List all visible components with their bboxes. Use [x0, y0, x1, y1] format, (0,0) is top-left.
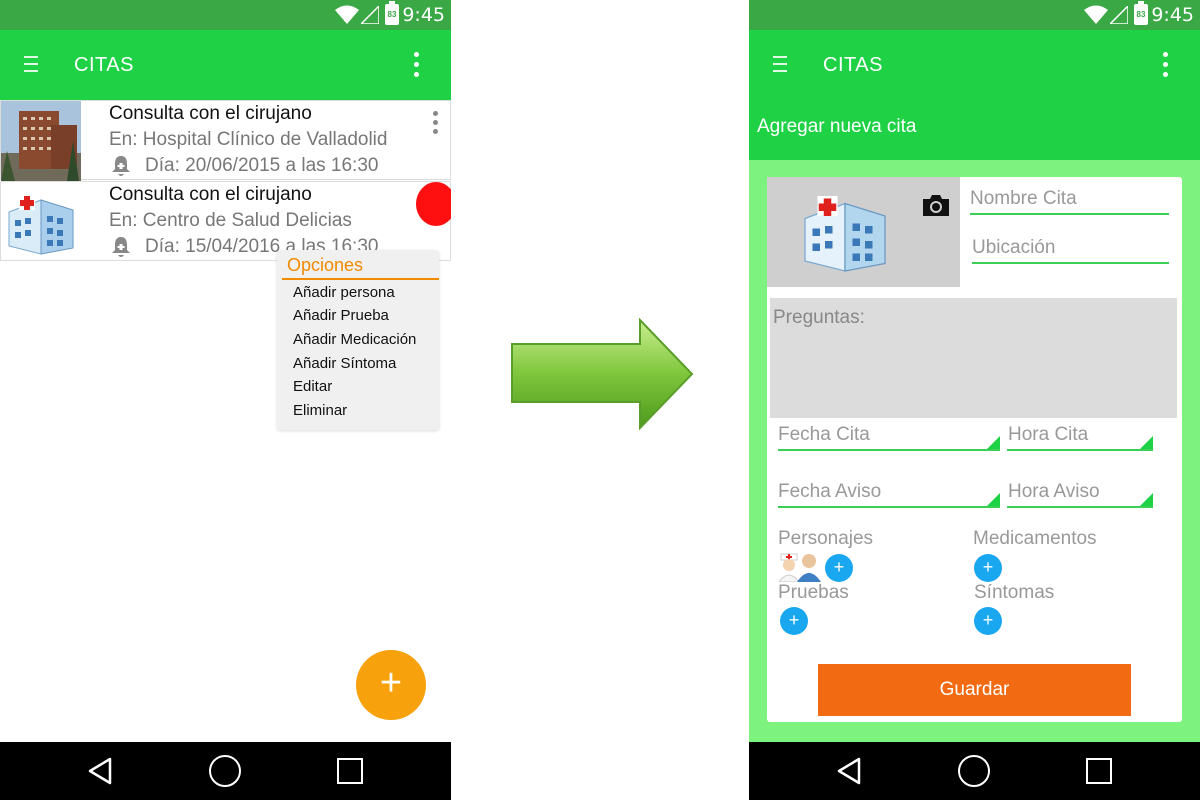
hospital-icon [804, 196, 886, 272]
new-appointment-form: Nombre Cita Ubicación Preguntas: Fecha C… [767, 177, 1182, 722]
reminder-bell-icon [112, 237, 130, 257]
add-medication-button[interactable]: + [974, 554, 1002, 582]
battery-icon: 83 [385, 1, 399, 25]
reminder-date-picker[interactable]: Fecha Aviso [778, 481, 881, 503]
home-icon[interactable] [958, 755, 990, 787]
appointment-title: Consulta con el cirujano [109, 184, 312, 205]
medications-label: Medicamentos [973, 528, 1097, 549]
form-title: Agregar nueva cita [757, 116, 917, 137]
camera-icon[interactable] [921, 193, 951, 217]
status-time: 9:45 [1151, 4, 1194, 26]
overflow-menu-icon[interactable] [1163, 52, 1169, 80]
appointment-card[interactable]: Consulta con el cirujano En: Hospital Cl… [0, 100, 451, 181]
overflow-menu-icon[interactable] [414, 52, 420, 80]
location-input[interactable]: Ubicación [972, 237, 1055, 259]
appointment-date: Día: 20/06/2015 a las 16:30 [145, 155, 379, 176]
location-input-underline [972, 262, 1169, 264]
home-icon[interactable] [209, 755, 241, 787]
add-test-button[interactable]: + [780, 607, 808, 635]
menu-item-delete[interactable]: Eliminar [293, 402, 347, 419]
questions-label: Preguntas: [773, 307, 865, 328]
reminder-time-underline [1007, 506, 1153, 508]
app-bar: CITAS [749, 30, 1200, 100]
appointment-title: Consulta con el cirujano [109, 103, 312, 124]
menu-item-add-symptom[interactable]: Añadir Síntoma [293, 355, 396, 372]
appointment-photo[interactable] [767, 177, 960, 287]
options-popup-menu: Opciones Añadir persona Añadir Prueba Añ… [277, 250, 439, 430]
people-label: Personajes [778, 528, 874, 549]
date-underline [778, 449, 1000, 451]
wifi-icon [1084, 5, 1108, 24]
time-underline [1007, 449, 1153, 451]
reminder-date-underline [778, 506, 1000, 508]
wifi-icon [335, 5, 359, 24]
recent-apps-icon[interactable] [1086, 758, 1112, 784]
reminder-time-picker[interactable]: Hora Aviso [1008, 481, 1100, 503]
touch-indicator [416, 182, 451, 226]
options-menu-divider [282, 278, 439, 280]
hamburger-menu-icon[interactable] [773, 56, 787, 74]
people-avatars-icon [779, 553, 821, 582]
hamburger-menu-icon[interactable] [24, 56, 38, 74]
back-icon[interactable] [86, 756, 116, 786]
add-symptom-button[interactable]: + [974, 607, 1002, 635]
appointment-name-input[interactable]: Nombre Cita [970, 188, 1077, 210]
back-icon[interactable] [835, 756, 865, 786]
menu-item-add-person[interactable]: Añadir persona [293, 284, 395, 301]
app-title: CITAS [823, 54, 883, 76]
recent-apps-icon[interactable] [337, 758, 363, 784]
signal-icon [361, 6, 379, 24]
menu-item-add-test[interactable]: Añadir Prueba [293, 307, 389, 324]
appointment-time-picker[interactable]: Hora Cita [1008, 424, 1088, 446]
tests-label: Pruebas [778, 582, 849, 603]
options-menu-title: Opciones [287, 255, 364, 275]
screenshot: 83 9:45 CITAS Consulta con el cirujano E… [0, 0, 1200, 800]
transition-arrow-icon [511, 318, 694, 430]
form-header: Agregar nueva cita [749, 100, 1200, 160]
dropdown-corner-icon [1140, 436, 1153, 449]
app-bar: CITAS [0, 30, 451, 100]
dropdown-corner-icon [1140, 493, 1153, 506]
phone-screen-list: 83 9:45 CITAS Consulta con el cirujano E… [0, 0, 451, 800]
battery-icon: 83 [1134, 1, 1148, 25]
signal-icon [1110, 6, 1128, 24]
navigation-bar [0, 742, 451, 800]
questions-textarea[interactable]: Preguntas: [770, 298, 1177, 418]
status-bar: 83 9:45 [0, 0, 451, 30]
card-overflow-icon[interactable] [433, 111, 438, 138]
appointment-date-picker[interactable]: Fecha Cita [778, 424, 870, 446]
name-input-underline [970, 213, 1169, 215]
hospital-photo-thumbnail [1, 101, 81, 181]
menu-item-edit[interactable]: Editar [293, 378, 332, 395]
symptoms-label: Síntomas [974, 582, 1055, 603]
hospital-icon-thumbnail [1, 182, 81, 262]
reminder-bell-icon [112, 156, 130, 176]
save-button[interactable]: Guardar [818, 664, 1131, 716]
appointment-location: En: Hospital Clínico de Valladolid [109, 129, 388, 150]
add-appointment-fab[interactable]: + [356, 650, 426, 720]
navigation-bar [749, 742, 1200, 800]
dropdown-corner-icon [987, 493, 1000, 506]
appointment-location: En: Centro de Salud Delicias [109, 210, 352, 231]
app-title: CITAS [74, 54, 134, 76]
appointment-card[interactable]: Consulta con el cirujano En: Centro de S… [0, 181, 451, 261]
add-person-button[interactable]: + [825, 554, 853, 582]
status-bar: 83 9:45 [749, 0, 1200, 30]
phone-screen-new-appointment: 83 9:45 CITAS Agregar nueva cita Nombre … [749, 0, 1200, 800]
menu-item-add-medication[interactable]: Añadir Medicación [293, 331, 416, 348]
dropdown-corner-icon [987, 436, 1000, 449]
status-time: 9:45 [402, 4, 445, 26]
